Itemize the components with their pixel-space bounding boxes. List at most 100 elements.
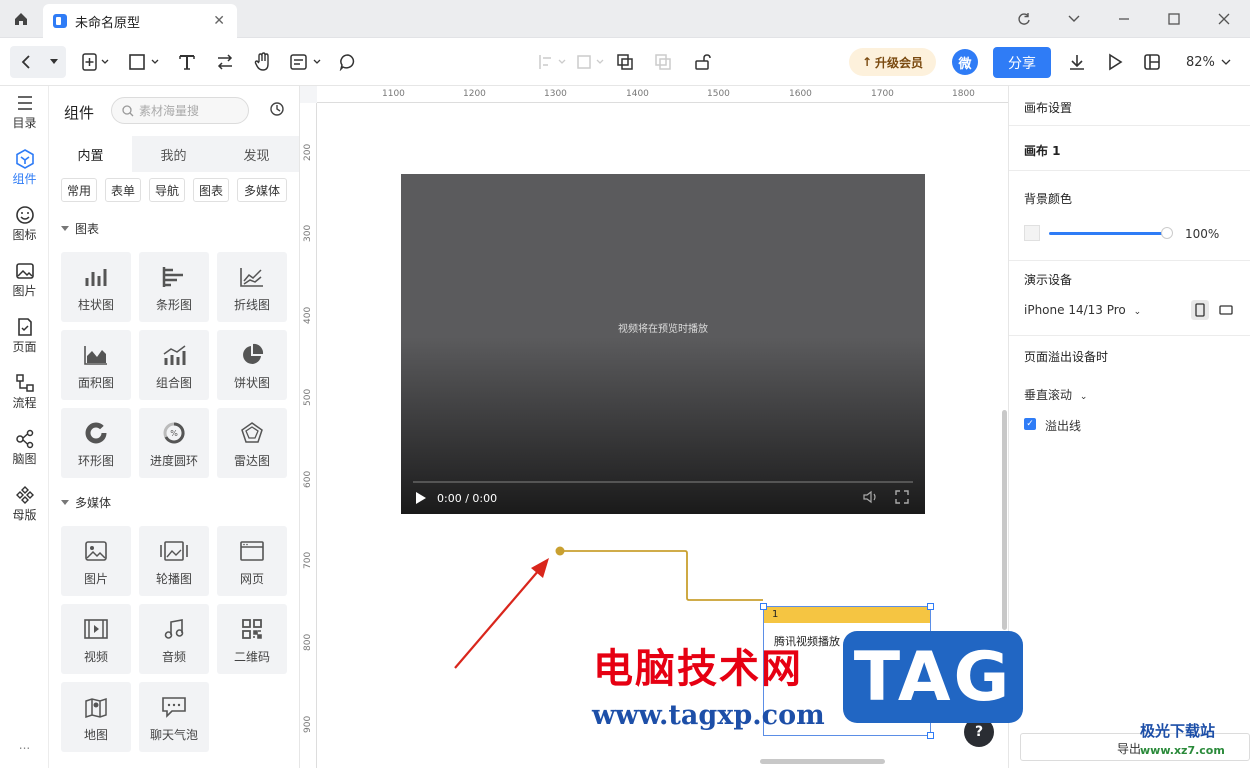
tile-video[interactable]: 视频 xyxy=(61,604,131,674)
tile-ring-chart[interactable]: 环形图 xyxy=(61,408,131,478)
chip-media[interactable]: 多媒体 xyxy=(237,178,287,202)
minimize-icon[interactable] xyxy=(1100,0,1148,38)
webpage-icon xyxy=(239,536,265,566)
canvas-vertical-scrollbar[interactable] xyxy=(1002,410,1007,630)
tile-carousel[interactable]: 轮播图 xyxy=(139,526,209,596)
tile-chat-bubble[interactable]: 聊天气泡 xyxy=(139,682,209,752)
tile-area-chart[interactable]: 面积图 xyxy=(61,330,131,400)
hand-tool-icon[interactable] xyxy=(252,38,274,86)
tile-pie-chart[interactable]: 饼状图 xyxy=(217,330,287,400)
tile-label: 环形图 xyxy=(77,453,114,468)
tile-image[interactable]: 图片 xyxy=(61,526,131,596)
ruler-tick: 700 xyxy=(303,551,313,569)
chip-chart[interactable]: 图表 xyxy=(193,178,229,202)
watermark-site-name: 极光下载站 xyxy=(1140,722,1216,740)
zoom-selector[interactable]: 82% xyxy=(1186,38,1231,86)
canvas-name-section: 画布 1 xyxy=(1009,126,1250,171)
device-section: 演示设备 xyxy=(1009,261,1250,336)
nav-item-components[interactable]: 组件 xyxy=(0,142,49,192)
nav-item-master[interactable]: 母版 xyxy=(0,478,49,528)
close-tab-icon[interactable]: ✕ xyxy=(213,13,225,29)
tile-combo-chart[interactable]: 组合图 xyxy=(139,330,209,400)
tile-line-chart[interactable]: 折线图 xyxy=(217,252,287,322)
more-icon[interactable]: ... xyxy=(0,738,49,752)
canvas-name[interactable]: 画布 1 xyxy=(1024,142,1061,159)
tile-progress-ring[interactable]: % 进度圆环 xyxy=(139,408,209,478)
scroll-select[interactable]: 垂直滚动 ⌄ xyxy=(1024,386,1087,403)
tile-bar-chart[interactable]: 柱状图 xyxy=(61,252,131,322)
download-icon[interactable] xyxy=(1066,38,1088,86)
portrait-icon[interactable] xyxy=(1191,300,1209,320)
layout-panel-icon[interactable] xyxy=(1141,38,1163,86)
maximize-icon[interactable] xyxy=(1150,0,1198,38)
bg-color-swatch[interactable] xyxy=(1024,225,1040,241)
tile-map[interactable]: 地图 xyxy=(61,682,131,752)
tile-webpage[interactable]: 网页 xyxy=(217,526,287,596)
resize-handle[interactable] xyxy=(927,732,934,739)
note-number: 1 xyxy=(764,607,930,623)
caret-down-icon[interactable] xyxy=(45,38,63,86)
watermark-text: 电脑技术网 xyxy=(593,645,803,692)
group-icon[interactable] xyxy=(614,38,636,86)
section-media[interactable]: 多媒体 xyxy=(61,494,111,511)
mindmap-icon xyxy=(15,428,35,450)
tile-qrcode[interactable]: 二维码 xyxy=(217,604,287,674)
opacity-slider[interactable] xyxy=(1049,232,1167,235)
add-page-icon[interactable] xyxy=(78,38,114,86)
rectangle-tool-icon[interactable] xyxy=(126,38,162,86)
tile-label: 柱状图 xyxy=(77,297,114,312)
close-window-icon[interactable] xyxy=(1200,0,1248,38)
chevron-left-icon[interactable] xyxy=(16,38,36,86)
note-tool-icon[interactable] xyxy=(287,38,325,86)
text-tool-icon[interactable] xyxy=(176,38,198,86)
nav-item-pages[interactable]: 页面 xyxy=(0,310,49,360)
history-icon[interactable] xyxy=(269,101,285,120)
nav-item-images[interactable]: 图片 xyxy=(0,254,49,304)
document-tab[interactable]: 未命名原型 ✕ xyxy=(43,4,237,38)
section-chart[interactable]: 图表 xyxy=(61,220,99,237)
nav-item-flow[interactable]: 流程 xyxy=(0,366,49,416)
section-media-label: 多媒体 xyxy=(75,496,112,510)
nav-item-label: 母版 xyxy=(12,507,37,522)
horizontal-ruler: 1100 1200 1300 1400 1500 1600 1700 1800 xyxy=(317,86,1008,103)
connector-tool-icon[interactable] xyxy=(214,38,236,86)
preview-play-icon[interactable] xyxy=(1104,38,1126,86)
landscape-icon[interactable] xyxy=(1217,300,1235,320)
tab-discover[interactable]: 发现 xyxy=(215,136,298,172)
resize-handle[interactable] xyxy=(760,603,767,610)
share-button[interactable]: 分享 xyxy=(993,47,1051,78)
resize-handle[interactable] xyxy=(927,603,934,610)
vertical-ruler: 200 300 400 500 600 700 800 900 xyxy=(300,103,317,768)
opacity-slider-knob[interactable] xyxy=(1161,227,1173,239)
device-select[interactable]: iPhone 14/13 Pro ⌄ xyxy=(1024,303,1141,317)
chevron-down-icon: ⌄ xyxy=(1133,307,1142,317)
line-chart-icon xyxy=(239,262,265,292)
nav-item-mindmap[interactable]: 脑图 xyxy=(0,422,49,472)
chip-form[interactable]: 表单 xyxy=(105,178,141,202)
overflow-line-checkbox[interactable]: ✓ xyxy=(1024,418,1036,430)
chip-common[interactable]: 常用 xyxy=(61,178,97,202)
search-input[interactable]: 素材海量搜 xyxy=(111,97,249,124)
tile-row-chart[interactable]: 条形图 xyxy=(139,252,209,322)
tile-audio[interactable]: 音频 xyxy=(139,604,209,674)
tab-mine[interactable]: 我的 xyxy=(132,136,215,172)
ruler-tick: 400 xyxy=(303,306,313,324)
overflow-label: 页面溢出设备时 xyxy=(1024,350,1109,364)
nav-item-icons[interactable]: 图标 xyxy=(0,198,49,248)
avatar[interactable]: 微 xyxy=(952,49,978,75)
title-bar: 未命名原型 ✕ xyxy=(0,0,1250,38)
panel-tabs: 内置 我的 发现 xyxy=(49,136,299,172)
nav-item-label: 页面 xyxy=(12,339,37,354)
chip-nav[interactable]: 导航 xyxy=(149,178,185,202)
comment-tool-icon[interactable] xyxy=(337,38,359,86)
nav-item-catalog[interactable]: 目录 xyxy=(0,86,49,136)
upgrade-vip-button[interactable]: ↑ 升级会员 xyxy=(849,48,936,76)
unlock-icon[interactable] xyxy=(692,38,714,86)
refresh-icon[interactable] xyxy=(1000,0,1048,38)
home-icon[interactable] xyxy=(0,0,42,38)
chevron-down-icon[interactable] xyxy=(1050,0,1098,38)
flow-icon xyxy=(15,372,35,394)
canvas-horizontal-scrollbar[interactable] xyxy=(760,759,885,764)
tile-radar-chart[interactable]: 雷达图 xyxy=(217,408,287,478)
tab-builtin[interactable]: 内置 xyxy=(49,136,132,172)
